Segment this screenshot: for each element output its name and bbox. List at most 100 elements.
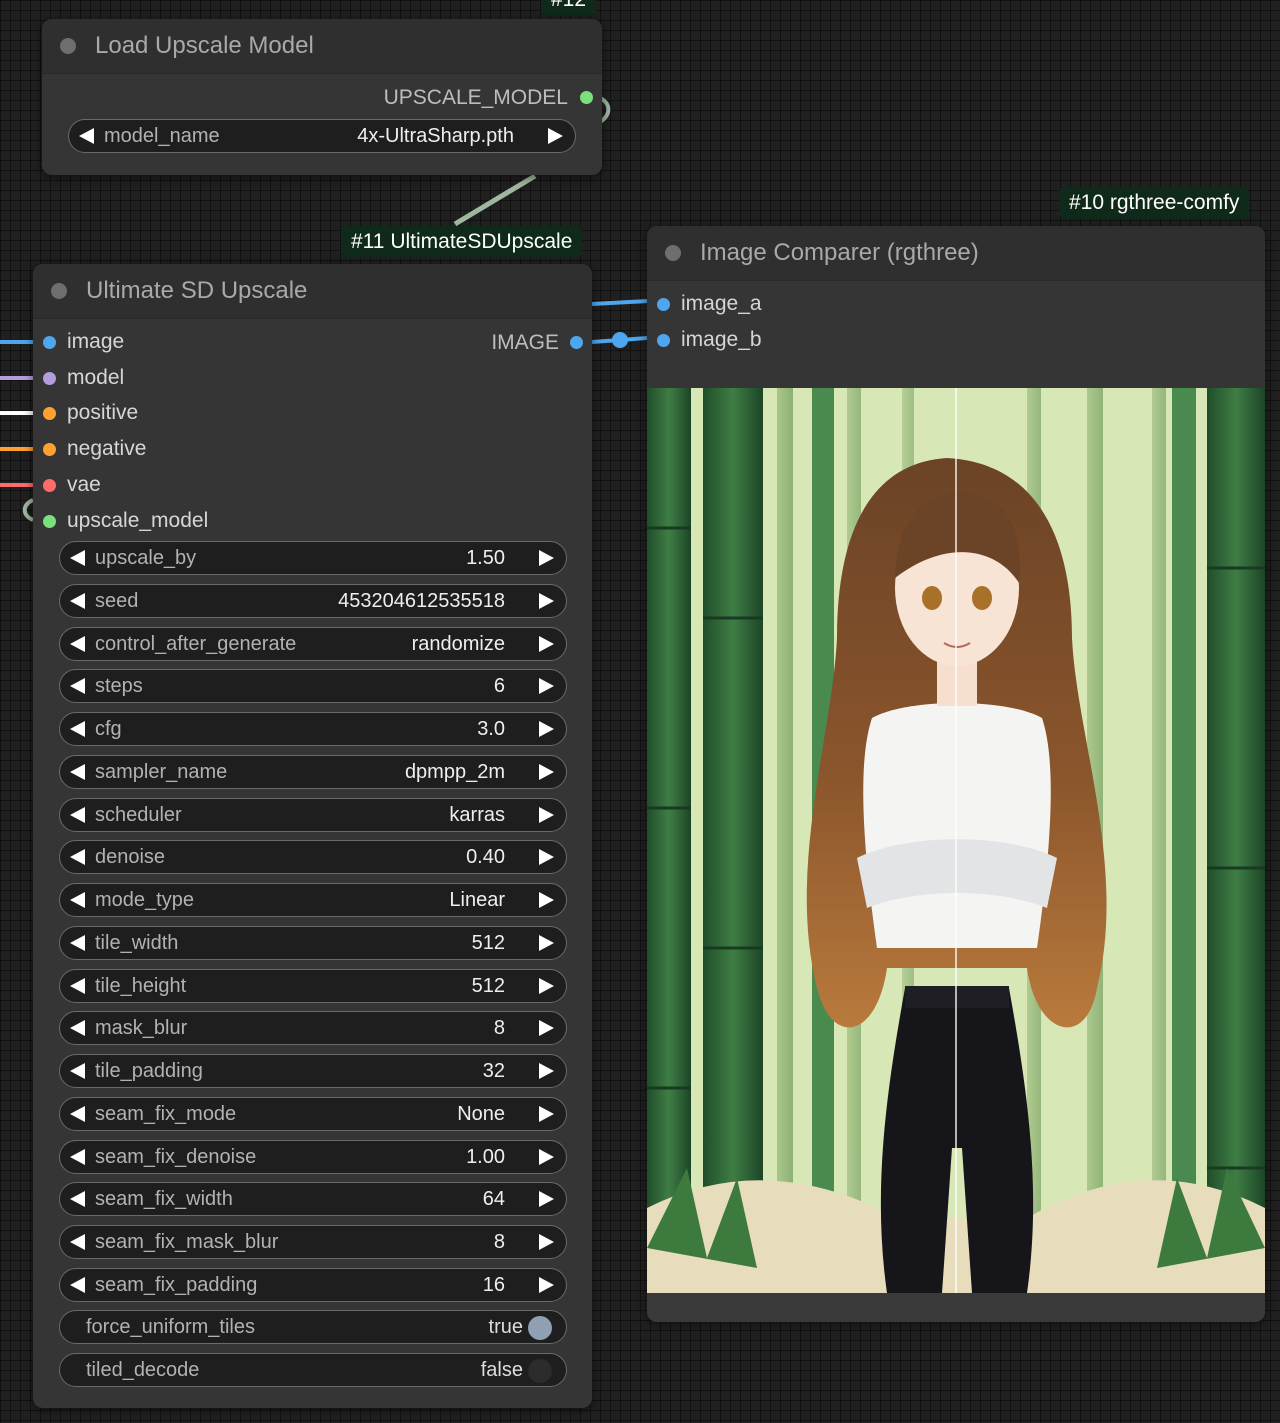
input-slot-row[interactable]: model	[33, 365, 333, 393]
input-slot-row[interactable]: negative	[33, 436, 333, 464]
increment-arrow-icon[interactable]	[539, 806, 554, 823]
widget-value: 32	[482, 1060, 505, 1083]
input-slot-dot[interactable]	[43, 407, 56, 421]
increment-arrow-icon[interactable]	[539, 678, 554, 695]
node-header[interactable]: Load Upscale Model	[42, 19, 602, 74]
input-slot-label: vae	[67, 472, 101, 496]
widget-name: tile_height	[95, 974, 187, 997]
input-slot-label: upscale_model	[67, 508, 209, 532]
node-collapse-dot[interactable]	[665, 245, 681, 261]
widget-name: tile_padding	[95, 1060, 203, 1083]
decrement-arrow-icon[interactable]	[70, 550, 85, 566]
increment-arrow-icon[interactable]	[539, 934, 554, 951]
increment-arrow-icon[interactable]	[539, 1148, 554, 1165]
widget-steps[interactable]: steps 6	[59, 669, 567, 704]
increment-arrow-icon[interactable]	[539, 635, 554, 652]
node-badge: #11 UltimateSDUpscale	[341, 226, 583, 258]
decrement-arrow-icon[interactable]	[70, 1276, 85, 1293]
decrement-arrow-icon[interactable]	[70, 1063, 85, 1080]
toggle-knob[interactable]	[528, 1316, 552, 1340]
input-slot-dot[interactable]	[43, 336, 56, 349]
decrement-arrow-icon[interactable]	[70, 592, 85, 609]
decrement-arrow-icon[interactable]	[70, 763, 85, 780]
increment-arrow-icon[interactable]	[548, 128, 563, 144]
comparer-footer	[647, 1293, 1265, 1322]
widget-seam-fix-mode[interactable]: seam_fix_mode None	[59, 1096, 567, 1131]
decrement-arrow-icon[interactable]	[79, 128, 94, 144]
node-header[interactable]: Image Comparer (rgthree)	[647, 226, 1265, 281]
widget-scheduler[interactable]: scheduler karras	[59, 797, 567, 832]
increment-arrow-icon[interactable]	[539, 892, 554, 909]
input-slot-row[interactable]: image_a	[647, 291, 947, 319]
increment-arrow-icon[interactable]	[539, 977, 554, 994]
increment-arrow-icon[interactable]	[539, 721, 554, 738]
toggle-force-uniform-tiles[interactable]: force_uniform_tiles true	[59, 1310, 567, 1344]
decrement-arrow-icon[interactable]	[70, 1105, 85, 1122]
widget-seam-fix-mask-blur[interactable]: seam_fix_mask_blur 8	[59, 1225, 567, 1260]
comparison-image[interactable]	[647, 388, 1265, 1293]
increment-arrow-icon[interactable]	[539, 1191, 554, 1208]
load-upscale-model-node[interactable]: Load Upscale Model UPSCALE_MODEL model_n…	[42, 19, 602, 175]
increment-arrow-icon[interactable]	[539, 592, 554, 609]
input-slot-dot[interactable]	[657, 298, 670, 311]
decrement-arrow-icon[interactable]	[70, 1148, 85, 1165]
output-slot-upscale-model[interactable]	[580, 91, 593, 104]
increment-arrow-icon[interactable]	[539, 1234, 554, 1251]
widget-sampler-name[interactable]: sampler_name dpmpp_2m	[59, 754, 567, 789]
widget-seam-fix-width[interactable]: seam_fix_width 64	[59, 1182, 567, 1217]
output-slot-image[interactable]	[570, 336, 583, 349]
decrement-arrow-icon[interactable]	[70, 721, 85, 738]
input-slot-row[interactable]: image_b	[647, 327, 947, 355]
widget-control-after-generate[interactable]: control_after_generate randomize	[59, 626, 567, 661]
model-name-combo[interactable]: model_name 4x-UltraSharp.pth	[68, 119, 576, 153]
input-slot-dot[interactable]	[43, 514, 56, 528]
decrement-arrow-icon[interactable]	[70, 892, 85, 909]
widget-seed[interactable]: seed 453204612535518	[59, 583, 567, 618]
decrement-arrow-icon[interactable]	[70, 1191, 85, 1208]
decrement-arrow-icon[interactable]	[70, 934, 85, 951]
widget-name: seed	[95, 589, 139, 612]
node-collapse-dot[interactable]	[60, 38, 76, 54]
increment-arrow-icon[interactable]	[539, 1105, 554, 1122]
input-slot-dot[interactable]	[43, 478, 56, 492]
increment-arrow-icon[interactable]	[539, 1063, 554, 1080]
input-slot-row[interactable]: positive	[33, 400, 333, 428]
widget-tile-width[interactable]: tile_width 512	[59, 925, 567, 960]
input-slot-dot[interactable]	[43, 443, 56, 457]
increment-arrow-icon[interactable]	[539, 763, 554, 780]
increment-arrow-icon[interactable]	[539, 849, 554, 866]
toggle-tiled-decode[interactable]: tiled_decode false	[59, 1352, 567, 1387]
input-slot-row[interactable]: image	[33, 329, 333, 357]
image-comparer-node[interactable]: Image Comparer (rgthree) image_a image_b	[647, 226, 1265, 1322]
decrement-arrow-icon[interactable]	[70, 977, 85, 994]
widget-mode-type[interactable]: mode_type Linear	[59, 883, 567, 918]
decrement-arrow-icon[interactable]	[70, 849, 85, 866]
node-header[interactable]: Ultimate SD Upscale	[33, 264, 592, 319]
ultimate-sd-upscale-node[interactable]: Ultimate SD Upscale IMAGE image model posi…	[33, 264, 592, 1408]
decrement-arrow-icon[interactable]	[70, 635, 85, 652]
decrement-arrow-icon[interactable]	[70, 1020, 85, 1037]
widget-mask-blur[interactable]: mask_blur 8	[59, 1011, 567, 1046]
input-slot-row[interactable]: upscale_model	[33, 508, 333, 536]
widget-seam-fix-denoise[interactable]: seam_fix_denoise 1.00	[59, 1139, 567, 1174]
input-slot-dot[interactable]	[43, 371, 56, 385]
decrement-arrow-icon[interactable]	[70, 806, 85, 823]
input-slot-dot[interactable]	[657, 334, 670, 347]
widget-name: denoise	[95, 846, 166, 869]
decrement-arrow-icon[interactable]	[70, 1234, 85, 1251]
widget-value: 16	[482, 1273, 505, 1296]
increment-arrow-icon[interactable]	[539, 550, 554, 566]
widget-denoise[interactable]: denoise 0.40	[59, 840, 567, 875]
node-collapse-dot[interactable]	[51, 283, 67, 299]
widget-upscale-by[interactable]: upscale_by 1.50	[59, 541, 567, 575]
widget-cfg[interactable]: cfg 3.0	[59, 712, 567, 747]
increment-arrow-icon[interactable]	[539, 1020, 554, 1037]
widget-seam-fix-padding[interactable]: seam_fix_padding 16	[59, 1267, 567, 1302]
decrement-arrow-icon[interactable]	[70, 678, 85, 695]
widget-tile-padding[interactable]: tile_padding 32	[59, 1054, 567, 1089]
toggle-knob[interactable]	[528, 1358, 552, 1383]
widget-tile-height[interactable]: tile_height 512	[59, 968, 567, 1003]
input-slot-row[interactable]: vae	[33, 472, 333, 500]
widget-name: steps	[95, 675, 143, 698]
increment-arrow-icon[interactable]	[539, 1276, 554, 1293]
